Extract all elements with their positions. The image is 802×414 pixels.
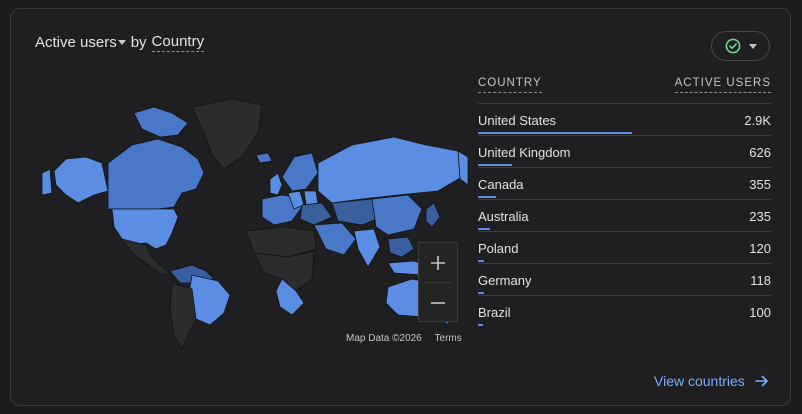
table-row[interactable]: Australia 235 [478,200,771,232]
active-users-value: 100 [749,305,771,320]
country-name: Brazil [478,305,511,320]
check-circle-icon [725,38,740,54]
region-arctic-islands [133,106,189,138]
country-name: Australia [478,209,529,224]
share-bar [478,132,632,134]
region-korea-japan [425,202,441,228]
country-name: United Kingdom [478,145,571,160]
region-southeast-asia [387,236,415,258]
share-bar [478,228,490,230]
share-bar [478,164,512,166]
active-users-value: 2.9K [744,113,771,128]
country-table: COUNTRY ACTIVE USERS United States 2.9K Un… [478,77,771,327]
active-users-by-country-card: Active users by Country Map Data ©2026 T… [10,8,791,406]
map-attribution: Map Data ©2026 Terms [346,333,462,344]
map-terms-link[interactable]: Terms [435,333,462,344]
country-name: Germany [478,273,532,288]
table-row[interactable]: United States 2.9K [478,104,771,136]
column-header-active-users[interactable]: ACTIVE USERS [674,77,771,93]
world-map-graphic [42,99,468,350]
active-users-value: 235 [749,209,771,224]
active-users-value: 626 [749,145,771,160]
map-data-label: Map Data ©2026 [346,333,422,344]
region-alaska [53,156,109,204]
card-title: Active users by Country [35,33,205,52]
share-bar [478,196,496,198]
table-row[interactable]: Canada 355 [478,168,771,200]
zoom-out-button[interactable] [419,283,457,322]
active-users-value: 120 [749,241,771,256]
table-body: United States 2.9K United Kingdom 626 Canada… [478,104,771,327]
region-iceland [255,152,273,164]
region-south-america-south [169,282,197,350]
region-united-kingdom [269,172,283,196]
caret-down-icon [748,43,757,49]
country-name: United States [478,113,557,128]
region-russia [317,136,463,204]
view-countries-link[interactable]: View countries [654,373,769,389]
region-greenland [191,99,263,170]
plus-icon [431,255,445,270]
table-row[interactable]: Poland 120 [478,232,771,264]
world-map[interactable] [42,99,468,351]
country-name: Poland [478,241,519,256]
data-quality-status-button[interactable] [711,31,770,61]
minus-icon [431,301,445,304]
region-eastern-europe [299,202,333,226]
region-canada [107,138,205,210]
region-china [371,194,423,236]
share-bar [478,324,483,326]
country-name: Canada [478,177,524,192]
table-header: COUNTRY ACTIVE USERS [478,77,771,104]
view-countries-label: View countries [654,373,745,389]
map-zoom-controls [418,242,458,322]
region-middle-east [313,222,357,256]
table-row[interactable]: Germany 118 [478,264,771,296]
metric-selector[interactable]: Active users [35,34,131,51]
region-far-east [457,150,468,186]
active-users-value: 118 [750,273,771,288]
zoom-in-button[interactable] [419,243,457,282]
table-row[interactable]: United Kingdom 626 [478,136,771,168]
region-united-states [111,208,179,250]
share-bar [478,260,484,262]
share-bar [478,292,484,294]
arrow-right-icon [754,375,768,387]
metric-label: Active users [35,34,117,51]
table-row[interactable]: Brazil 100 [478,296,771,327]
column-header-country[interactable]: COUNTRY [478,77,542,93]
title-connector: by [130,34,147,51]
region-north-africa [245,226,317,258]
region-poland [303,190,319,206]
region-pacific [42,168,53,196]
region-india [353,228,381,268]
caret-down-icon [117,40,126,45]
region-scandinavia [281,152,319,192]
dimension-label[interactable]: Country [151,33,205,52]
active-users-value: 355 [749,177,771,192]
